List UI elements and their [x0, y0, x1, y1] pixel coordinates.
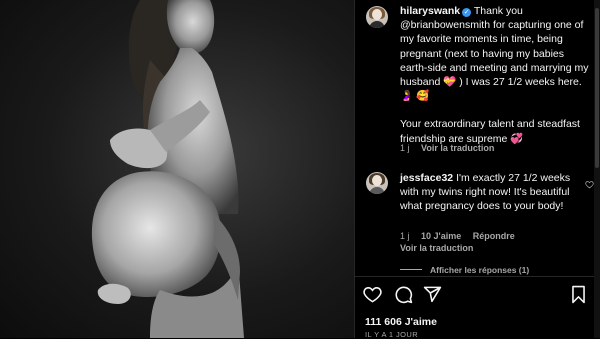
comment-translate-row: Voir la traduction [400, 243, 482, 253]
comment-age: 1 j [400, 231, 410, 241]
scrollbar-thumb[interactable] [595, 8, 599, 168]
avatar-face [372, 175, 382, 186]
view-replies-label: Afficher les réponses (1) [430, 265, 530, 275]
paper-plane-icon[interactable] [423, 285, 442, 304]
comments-scrollbar[interactable] [594, 0, 600, 338]
post-caption: hilaryswank ✓ Thank you @brianbowensmith … [400, 4, 590, 146]
replies-line [400, 269, 422, 270]
comment-bubble-icon[interactable] [394, 285, 413, 304]
comment-like-heart-icon[interactable] [585, 180, 594, 189]
avatar-body [369, 21, 385, 28]
heart-outline-icon[interactable] [363, 285, 382, 304]
actions-divider [355, 276, 594, 277]
verified-badge-icon: ✓ [462, 8, 472, 17]
likes-count[interactable]: 111 606 J'aime [365, 316, 437, 328]
pregnant-portrait-image [91, 0, 244, 338]
caption-text: Thank you @brianbowensmith for capturing… [400, 5, 589, 103]
caption-translate-link[interactable]: Voir la traduction [421, 143, 494, 153]
caption-age: 1 j [400, 143, 410, 153]
commenter-avatar[interactable] [366, 172, 388, 194]
caption-meta: 1 j Voir la traduction [400, 143, 503, 153]
post-window: hilaryswank ✓ Thank you @brianbowensmith … [0, 0, 600, 339]
author-avatar[interactable] [366, 6, 388, 28]
comment-reply-button[interactable]: Répondre [473, 231, 515, 241]
comment-username[interactable]: jessface32 [400, 172, 453, 184]
bookmark-icon[interactable] [570, 285, 587, 304]
caption-text-2: Your extraordinary talent and steadfast … [400, 118, 580, 145]
view-replies-button[interactable]: Afficher les réponses (1) [400, 265, 529, 275]
avatar-body [369, 187, 385, 194]
comment-translate-link[interactable]: Voir la traduction [400, 243, 473, 253]
comment-meta: 1 j 10 J'aime Répondre [400, 231, 524, 241]
post-photo[interactable] [0, 0, 354, 338]
avatar-face [372, 9, 382, 20]
author-username[interactable]: hilaryswank [400, 5, 460, 17]
comment-item: jessface32 I'm exactly 27 1/2 weeks with… [400, 171, 590, 214]
comment-likes-count[interactable]: 10 J'aime [421, 231, 461, 241]
